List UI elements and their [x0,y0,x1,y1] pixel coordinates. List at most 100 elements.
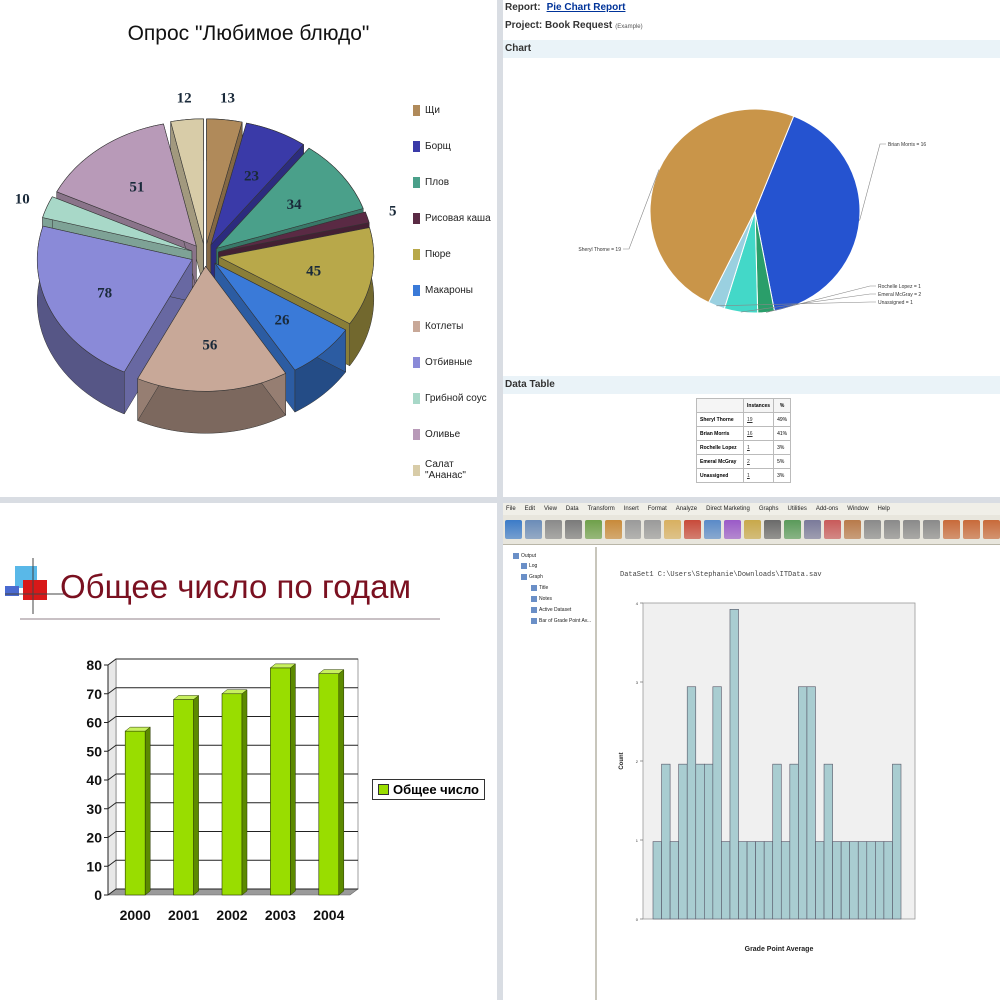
menu-item[interactable]: Transform [588,506,615,512]
toolbar-button[interactable] [963,520,981,539]
bar [678,763,688,920]
legend-item: Пюре [413,236,497,272]
tree-node[interactable]: Bar of Grade Point Av... [531,618,591,624]
toolbar-button[interactable] [684,520,702,539]
tree-node-icon [531,585,537,591]
table-cell: 3% [773,440,792,455]
y-tick-label: 4 [636,601,639,606]
menu-item[interactable]: File [506,506,516,512]
toolbar-button[interactable] [943,520,961,539]
menu-item[interactable]: Utilities [788,506,807,512]
legend-label: Грибной соус [425,392,487,404]
menu-item[interactable]: Help [878,506,890,512]
table-row: Brian Morris 16 41% [696,426,792,441]
y-tick-label: 50 [86,743,102,759]
legend-swatch [413,356,420,368]
legend-label: Плов [425,176,450,188]
y-tick-label: 70 [86,686,102,702]
toolbar-button[interactable] [704,520,722,539]
legend-label: Рисовая каша [425,212,491,224]
table-cell[interactable]: 1 [742,440,775,455]
tree-node-label: Output [521,553,537,559]
chart-section-header: Chart [503,40,1000,58]
toolbar-button[interactable] [624,520,642,539]
legend-item: Отбивные [413,344,497,380]
bar [686,686,697,920]
toolbar-button[interactable] [524,520,542,539]
toolbar-button[interactable] [843,520,861,539]
toolbar-button[interactable] [783,520,801,539]
bar [857,841,868,920]
tree-node-icon [531,607,537,613]
report-link[interactable]: Pie Chart Report [547,2,626,13]
table-cell[interactable]: 19 [742,412,775,427]
toolbar-button[interactable] [505,520,522,539]
tree-node-icon [521,563,527,569]
menu-item[interactable]: Format [648,506,667,512]
tree-node[interactable]: Active Dataset [531,607,571,613]
menu-item[interactable]: Analyze [676,506,697,512]
tree-node[interactable]: Graph [521,574,543,580]
table-cell: 3% [773,468,792,483]
toolbar-button[interactable] [803,520,821,539]
menu-item[interactable]: Add-ons [816,506,838,512]
toolbar-button[interactable] [744,520,761,539]
toolbar-button[interactable] [823,520,841,539]
legend-item: Макароны [413,272,497,308]
menu-item[interactable]: Graphs [759,506,779,512]
bar [772,763,782,920]
tree-node[interactable]: Title [531,585,548,591]
toolbar-button[interactable] [664,520,682,539]
legend-swatch [413,392,420,404]
y-tick-label: 80 [86,657,102,673]
tree-node[interactable]: Output [513,553,536,559]
menu-item[interactable]: Edit [525,506,535,512]
toolbar-button[interactable] [564,520,582,539]
tree-node[interactable]: Log [521,563,537,569]
toolbar-button[interactable] [923,520,941,539]
bar [883,841,893,920]
toolbar-button[interactable] [724,520,742,539]
menu-item[interactable]: View [544,506,557,512]
toolbar-button[interactable] [584,520,602,539]
spss-output-window: File Edit View Data Transform Insert Format Ana… [503,503,1000,1000]
menu-item[interactable]: Direct Marketing [706,506,750,512]
toolbar-button[interactable] [604,520,622,539]
legend-swatch [413,248,420,260]
table-cell[interactable]: 16 [742,426,775,441]
menu-item[interactable]: Insert [624,506,639,512]
legend: Щи Борщ Плов Рисовая каша Пюре Макароны Котлет… [413,92,497,488]
toolbar-button[interactable] [644,520,662,539]
corner-cell [696,398,744,413]
histogram-chart: 0 1 2 3 4 Count Grade Point Average [619,601,916,953]
bar-side [338,669,345,896]
table-row: Sheryl Thorne 19 49% [696,412,792,427]
row-header: Unassigned [696,468,744,483]
bar [729,609,739,920]
report-label: Report: [505,2,541,13]
menu-item[interactable]: Data [566,506,579,512]
menu-item[interactable]: Window [847,506,868,512]
legend-swatch [413,104,420,116]
legend-item: Грибной соус [413,380,497,416]
toolbar-button[interactable] [903,520,921,539]
toolbar-button[interactable] [863,520,881,539]
y-tick-label: 2 [636,759,639,764]
table-cell: 49% [773,412,792,427]
output-navigator-tree: Output Log Graph Title Notes Active Dataset Ba… [503,547,597,1000]
table-cell[interactable]: 2 [742,454,775,469]
pie-chart-3d: 13 23 34 5 45 26 56 78 10 51 12 [15,90,397,434]
table-row: Rochelle Lopez 1 3% [696,440,792,455]
toolbar-button[interactable] [883,520,901,539]
bar [173,699,194,896]
toolbar-button[interactable] [544,520,562,539]
table-cell[interactable]: 1 [742,468,775,483]
tree-node-label: Active Dataset [539,607,572,613]
bar-chart-3d: 0 10 20 30 40 50 60 70 80 2000 2001 2002 2003 2004 [86,657,359,923]
toolbar-button[interactable] [983,520,1000,539]
data-label: 5 [389,203,397,219]
table-cell: 41% [773,426,792,441]
tree-node[interactable]: Notes [531,596,552,602]
toolbar-button[interactable] [763,520,781,539]
bar [721,841,731,920]
